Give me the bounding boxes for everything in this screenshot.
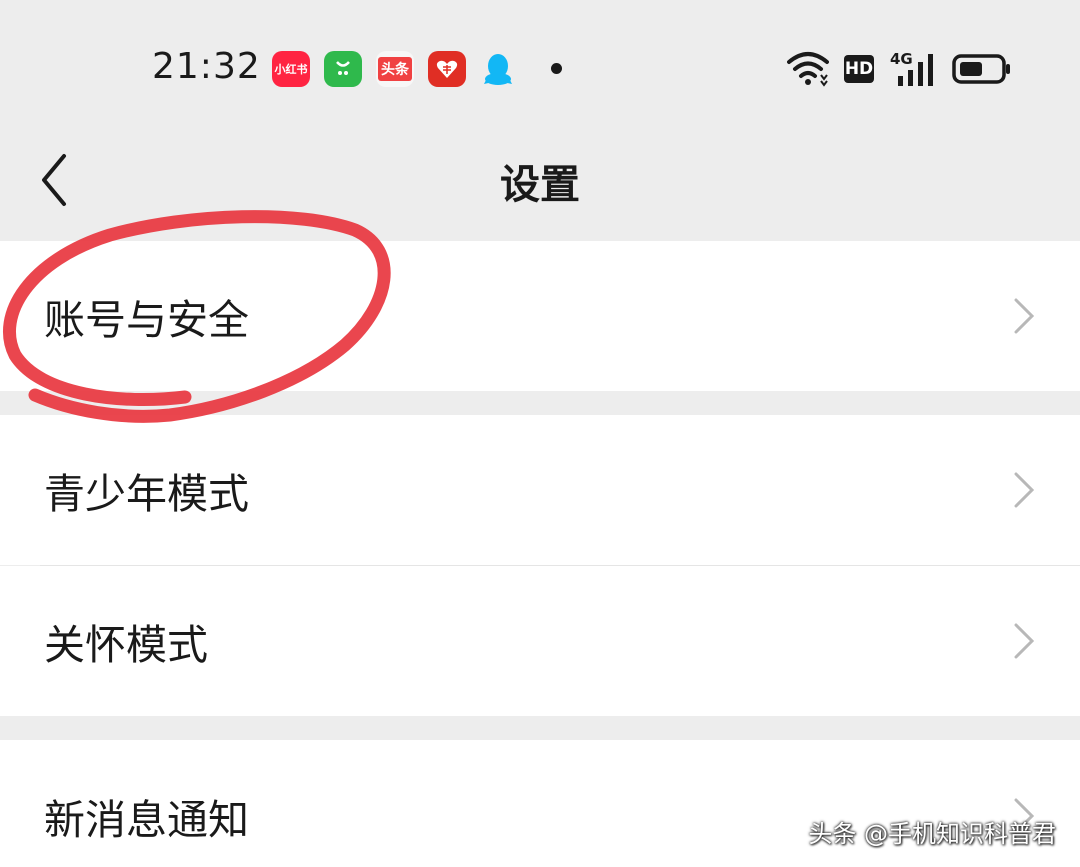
notification-dot bbox=[551, 63, 562, 74]
watermark: 头条 @手机知识科普君 bbox=[808, 820, 1056, 848]
qq-penguin-icon bbox=[479, 51, 517, 87]
settings-item-care-mode[interactable]: 关怀模式 bbox=[0, 566, 1080, 716]
cellular-signal-icon: 4G bbox=[890, 50, 938, 86]
status-time: 21:32 bbox=[152, 46, 261, 87]
page-title: 设置 bbox=[500, 162, 580, 208]
settings-item-label: 新消息通知 bbox=[44, 796, 249, 844]
settings-item-label: 账号与安全 bbox=[44, 296, 249, 344]
navigation-bar: 设置 bbox=[0, 130, 1080, 240]
hd-icon: HD bbox=[844, 55, 874, 83]
settings-item-label: 关怀模式 bbox=[44, 621, 208, 669]
settings-item-label: 青少年模式 bbox=[44, 470, 249, 518]
chevron-right-icon bbox=[1014, 298, 1035, 334]
battery-icon bbox=[952, 54, 1010, 84]
settings-item-account-security[interactable]: 账号与安全 bbox=[0, 241, 1080, 391]
chevron-right-icon bbox=[1014, 472, 1035, 508]
status-bar: 21:32 小红书 头条 HD 4G bbox=[0, 0, 1080, 130]
chevron-right-icon bbox=[1014, 623, 1035, 659]
toutiao-icon-label: 头条 bbox=[378, 57, 412, 81]
shopping-bag-icon bbox=[324, 51, 362, 87]
wifi-icon bbox=[787, 52, 829, 87]
pinduoduo-app-icon bbox=[428, 51, 466, 87]
settings-item-teen-mode[interactable]: 青少年模式 bbox=[0, 415, 1080, 565]
toutiao-app-icon: 头条 bbox=[376, 51, 414, 87]
hd-badge-label: HD bbox=[844, 59, 874, 79]
xiaohongshu-icon-label: 小红书 bbox=[274, 63, 308, 76]
xiaohongshu-app-icon: 小红书 bbox=[272, 51, 310, 87]
